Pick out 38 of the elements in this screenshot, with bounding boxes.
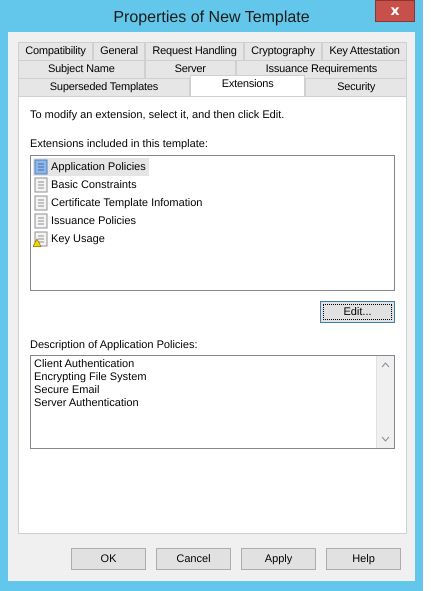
scrollbar[interactable] [376, 356, 394, 448]
dialog-button[interactable]: OK [71, 548, 146, 570]
extension-item[interactable]: Certificate Template Infomation [33, 194, 206, 212]
tab[interactable]: Subject Name [18, 60, 145, 78]
extension-item[interactable]: Application Policies [33, 158, 149, 176]
description-line: Client Authentication [34, 358, 136, 371]
extension-item[interactable]: Basic Constraints [33, 176, 140, 194]
tab[interactable]: Request Handling [145, 42, 244, 60]
description-line: Secure Email [34, 384, 100, 397]
dialog-button[interactable]: Cancel [156, 548, 231, 570]
instruction-text: To modify an extension, select it, and then click Edit. [30, 109, 286, 121]
tab[interactable]: Superseded Templates [18, 78, 190, 96]
tab[interactable]: Server [144, 60, 236, 78]
description-label: Description of Application Policies: [30, 339, 199, 351]
description-line: Server Authentication [34, 397, 140, 410]
document-icon [33, 159, 49, 175]
tab[interactable]: General [92, 42, 146, 60]
tab[interactable]: Security [305, 78, 408, 96]
scroll-down-icon[interactable] [381, 436, 390, 442]
edit-button[interactable]: Edit... [320, 301, 395, 323]
extension-item[interactable]: Issuance Policies [33, 212, 139, 230]
document-icon [33, 195, 49, 211]
extension-item[interactable]: Key Usage [33, 230, 108, 248]
close-button[interactable]: x [375, 0, 415, 22]
extensions-label: Extensions included in this template: [30, 138, 209, 150]
warning-document-icon [33, 231, 49, 247]
tab[interactable]: Cryptography [244, 42, 322, 60]
dialog-button[interactable]: Apply [241, 548, 316, 570]
tab[interactable]: Issuance Requirements [236, 60, 407, 78]
window-title: Properties of New Template [113, 9, 310, 27]
document-icon [33, 213, 49, 229]
tab[interactable]: Extensions [190, 75, 306, 96]
document-icon [33, 177, 49, 193]
tab[interactable]: Key Attestation [322, 42, 407, 60]
scroll-up-icon[interactable] [381, 362, 390, 368]
description-line: Encrypting File System [34, 371, 148, 384]
tab[interactable]: Compatibility [18, 42, 93, 60]
dialog-button[interactable]: Help [326, 548, 401, 570]
